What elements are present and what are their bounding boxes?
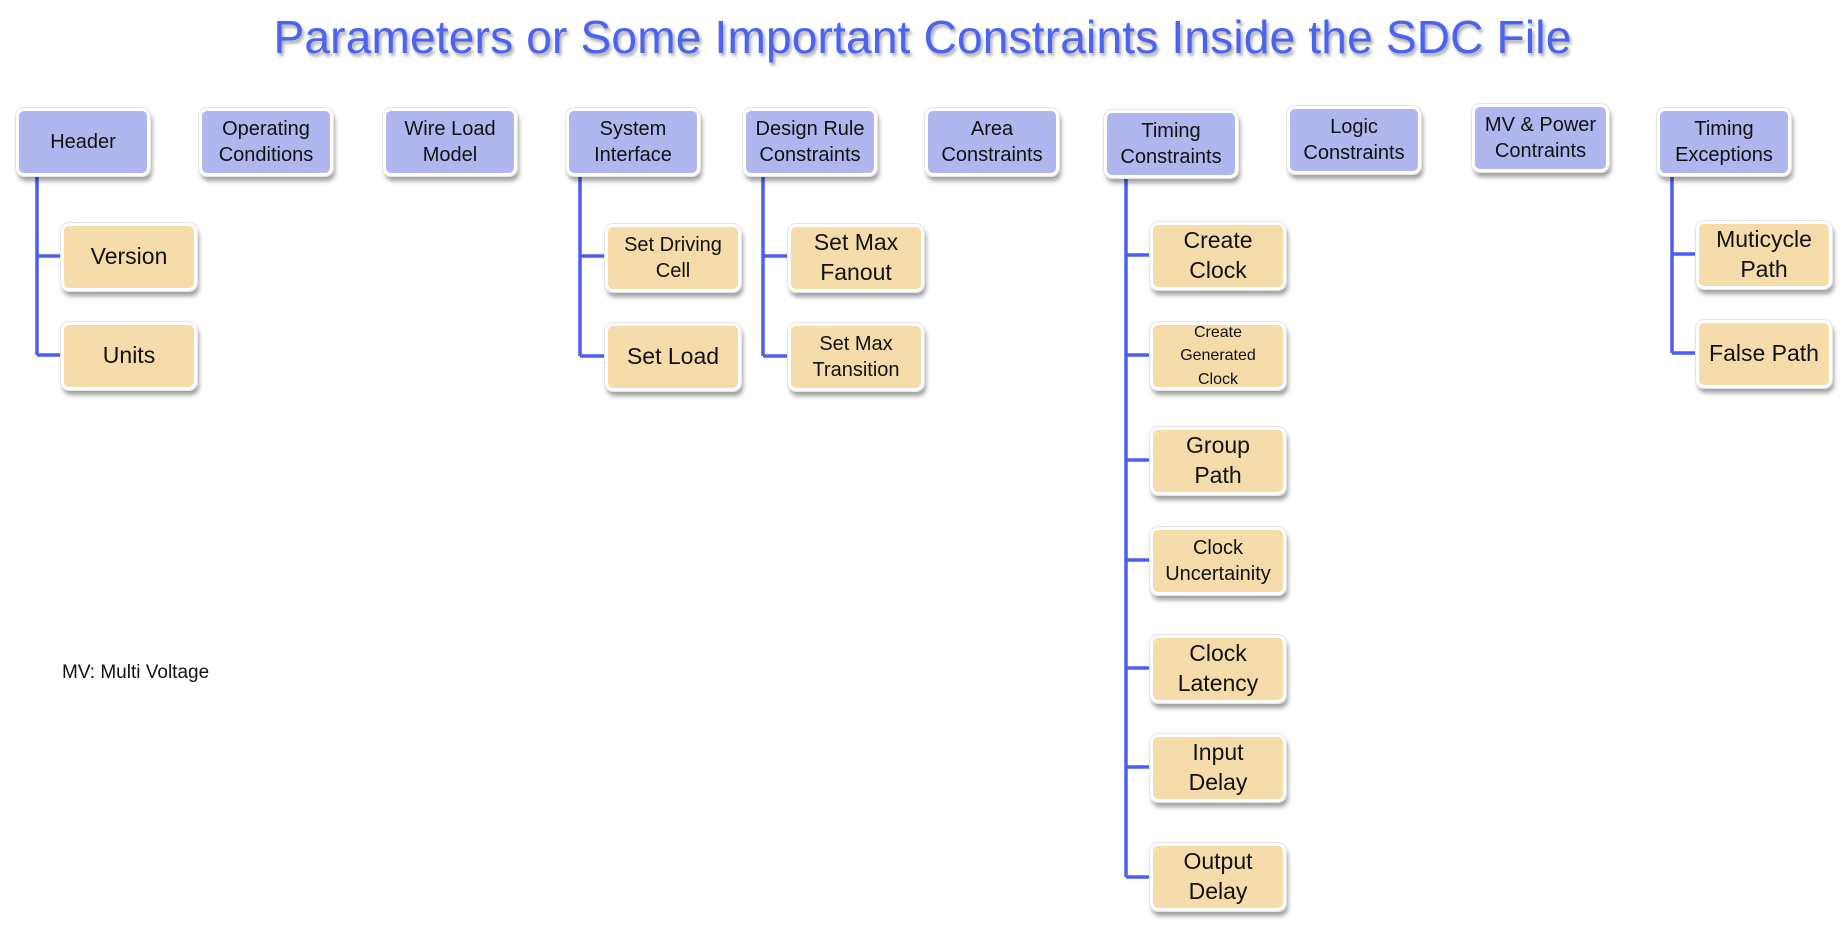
item-output-delay: Output Delay <box>1149 842 1287 912</box>
category-area-constraints: Area Constraints <box>924 107 1060 177</box>
connector-system-interface <box>578 176 606 358</box>
connector-design-rule <box>761 176 789 358</box>
category-system-interface: System Interface <box>565 107 701 177</box>
item-set-max-fanout: Set Max Fanout <box>787 223 925 293</box>
category-header: Header <box>15 107 151 177</box>
item-clock-latency: Clock Latency <box>1149 634 1287 704</box>
connector-timing-exceptions <box>1670 176 1697 355</box>
item-set-load: Set Load <box>604 322 742 392</box>
item-set-driving-cell: Set Driving Cell <box>604 223 742 293</box>
item-units: Units <box>60 321 198 391</box>
category-design-rule-constraints: Design Rule Constraints <box>742 107 878 177</box>
item-create-generated-clock: Create Generated Clock <box>1149 321 1287 391</box>
category-timing-exceptions: Timing Exceptions <box>1656 107 1792 177</box>
item-clock-uncertainity: Clock Uncertainity <box>1149 526 1287 596</box>
item-group-path: Group Path <box>1149 426 1287 496</box>
category-operating-conditions: Operating Conditions <box>198 107 334 177</box>
connector-timing-constraints <box>1124 176 1151 879</box>
category-timing-constraints: Timing Constraints <box>1103 109 1239 179</box>
item-create-clock: Create Clock <box>1149 221 1287 291</box>
footnote-mv: MV: Multi Voltage <box>62 662 210 683</box>
category-logic-constraints: Logic Constraints <box>1286 105 1422 175</box>
category-mv-power-constraints: MV & Power Contraints <box>1471 103 1610 173</box>
item-version: Version <box>60 222 198 292</box>
item-false-path: False Path <box>1695 319 1833 389</box>
item-set-max-transition: Set Max Transition <box>787 322 925 392</box>
item-multicycle-path: Muticycle Path <box>1695 220 1833 290</box>
item-input-delay: Input Delay <box>1149 733 1287 803</box>
category-wire-load-model: Wire Load Model <box>382 107 518 177</box>
connector-header <box>35 176 62 357</box>
